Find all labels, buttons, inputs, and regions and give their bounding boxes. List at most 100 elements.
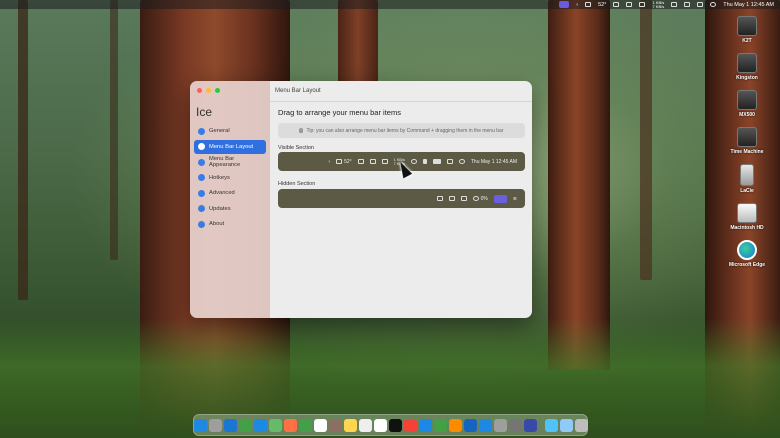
background-tree	[640, 0, 652, 280]
text-icon[interactable]	[684, 2, 691, 7]
airplay-icon[interactable]	[460, 196, 467, 201]
pause-icon[interactable]	[369, 159, 376, 164]
notes-icon[interactable]	[343, 418, 357, 432]
gears-icon	[198, 189, 205, 197]
sidebar-item-label: Menu Bar Appearance	[209, 156, 241, 168]
window-icon[interactable]	[446, 159, 453, 164]
dock	[193, 414, 588, 436]
music-icon[interactable]	[403, 418, 417, 432]
sidebar-item-updates[interactable]: Updates	[194, 202, 266, 216]
ice-app-icon[interactable]	[523, 418, 537, 432]
close-button[interactable]	[197, 88, 202, 93]
maps-icon[interactable]	[268, 418, 282, 432]
visible-section-label: Visible Section	[278, 145, 314, 151]
hidden-section-label: Hidden Section	[278, 181, 316, 187]
desktop-item-kingston[interactable]: Kingston	[736, 53, 758, 81]
redwood-trunk	[548, 0, 610, 370]
window-controls	[197, 88, 266, 93]
hidden-section-bar: 0% ≋	[278, 189, 525, 208]
grid-icon[interactable]	[357, 159, 364, 164]
ice-icon[interactable]	[559, 1, 570, 8]
sidebar-item-hotkeys[interactable]: Hotkeys	[194, 171, 266, 185]
dropbox-icon[interactable]	[436, 196, 443, 201]
sidebar-item-about[interactable]: About	[194, 217, 266, 231]
desktop-item-label: MX500	[739, 112, 755, 118]
clock[interactable]: Thu May 1 12:45 AM	[471, 159, 517, 165]
sidebar-item-advanced[interactable]: Advanced	[194, 186, 266, 200]
mail-icon[interactable]	[253, 418, 267, 432]
desktop-item-k2t[interactable]: K2T	[737, 16, 757, 44]
internal-drive-icon	[737, 203, 757, 223]
desktop-item-macintosh-hd[interactable]: Macintosh HD	[730, 203, 764, 231]
desktop-item-label: Kingston	[736, 75, 758, 81]
record-icon[interactable]	[458, 159, 465, 164]
window-icon[interactable]	[697, 2, 704, 7]
facetime-icon[interactable]	[298, 418, 312, 432]
script-editor-icon[interactable]	[508, 418, 522, 432]
divider	[270, 101, 532, 102]
visible-temperature[interactable]: 52°	[336, 159, 352, 165]
trash-icon[interactable]	[574, 418, 588, 432]
display-icon[interactable]	[432, 159, 441, 164]
safari-icon[interactable]	[223, 418, 237, 432]
calendar-icon[interactable]	[313, 418, 327, 432]
pause-icon[interactable]	[626, 2, 633, 7]
tip-banner: Tip: you can also arrange menu bar items…	[278, 123, 525, 138]
chevron-left-icon[interactable]: ‹	[328, 159, 330, 165]
app-title: Ice	[196, 105, 213, 119]
appstore-icon[interactable]	[478, 418, 492, 432]
photos-icon[interactable]	[283, 418, 297, 432]
window-title: Menu Bar Layout	[275, 88, 321, 94]
tip-text: Tip: you can also arrange menu bar items…	[306, 127, 504, 134]
messages-icon[interactable]	[238, 418, 252, 432]
numbers-icon[interactable]	[433, 418, 447, 432]
desktop-item-lacie[interactable]: LaCie	[740, 164, 754, 194]
minimize-button[interactable]	[206, 88, 211, 93]
reminders-icon[interactable]	[358, 418, 372, 432]
gear-icon	[198, 127, 205, 135]
square-icon[interactable]	[381, 159, 388, 164]
desktop-item-time-machine[interactable]: Time Machine	[730, 127, 764, 155]
sidebar-item-general[interactable]: General	[194, 124, 266, 138]
downloads-icon[interactable]	[559, 418, 573, 432]
battery-status[interactable]: 0%	[472, 196, 488, 202]
pages-icon[interactable]	[448, 418, 462, 432]
launchpad-icon[interactable]	[208, 418, 222, 432]
preview-icon[interactable]	[544, 418, 558, 432]
system-settings-icon[interactable]	[493, 418, 507, 432]
sidebar-item-menu-bar-appearance[interactable]: Menu Bar Appearance	[194, 155, 266, 169]
desktop-item-label: Time Machine	[730, 149, 764, 155]
record-icon[interactable]	[710, 2, 717, 7]
grid-icon[interactable]	[613, 2, 620, 7]
cloud-icon	[336, 159, 343, 164]
appletv-icon[interactable]	[388, 418, 402, 432]
desktop-item-label: Microsoft Edge	[728, 262, 766, 268]
keynote-icon[interactable]	[418, 418, 432, 432]
square-icon[interactable]	[639, 2, 646, 7]
dots-icon[interactable]	[410, 159, 417, 164]
cloud-icon[interactable]	[585, 2, 592, 7]
temperature-label[interactable]: 52°	[598, 2, 606, 8]
desktop-item-microsoft-edge[interactable]: Microsoft Edge	[729, 240, 765, 268]
wifi-icon[interactable]: ≋	[513, 196, 517, 202]
edge-icon	[737, 240, 757, 260]
desktop-icons: K2T Kingston MX500 Time Machine LaCie Ma…	[722, 16, 772, 268]
time-machine-icon	[736, 127, 757, 147]
finder-icon[interactable]	[193, 418, 207, 432]
display-icon[interactable]	[671, 2, 678, 7]
layout-icon	[198, 143, 205, 150]
zoom-button[interactable]	[215, 88, 220, 93]
page-heading: Drag to arrange your menu bar items	[278, 108, 401, 117]
clipboard-icon[interactable]	[448, 196, 455, 201]
lock-icon[interactable]	[422, 159, 427, 164]
sidebar-item-menu-bar-layout[interactable]: Menu Bar Layout	[194, 139, 266, 154]
chevron-left-icon[interactable]: ‹	[576, 2, 578, 8]
freeform-icon[interactable]	[373, 418, 387, 432]
desktop-item-mx500[interactable]: MX500	[737, 90, 757, 118]
clock[interactable]: Thu May 1 12:45 AM	[723, 2, 774, 8]
network-stats[interactable]: 1 KB/s 7 KB/s	[652, 0, 664, 9]
external-drive-icon	[740, 164, 754, 186]
contacts-icon[interactable]	[328, 418, 342, 432]
xcode-icon[interactable]	[463, 418, 477, 432]
ice-icon[interactable]	[493, 194, 507, 203]
